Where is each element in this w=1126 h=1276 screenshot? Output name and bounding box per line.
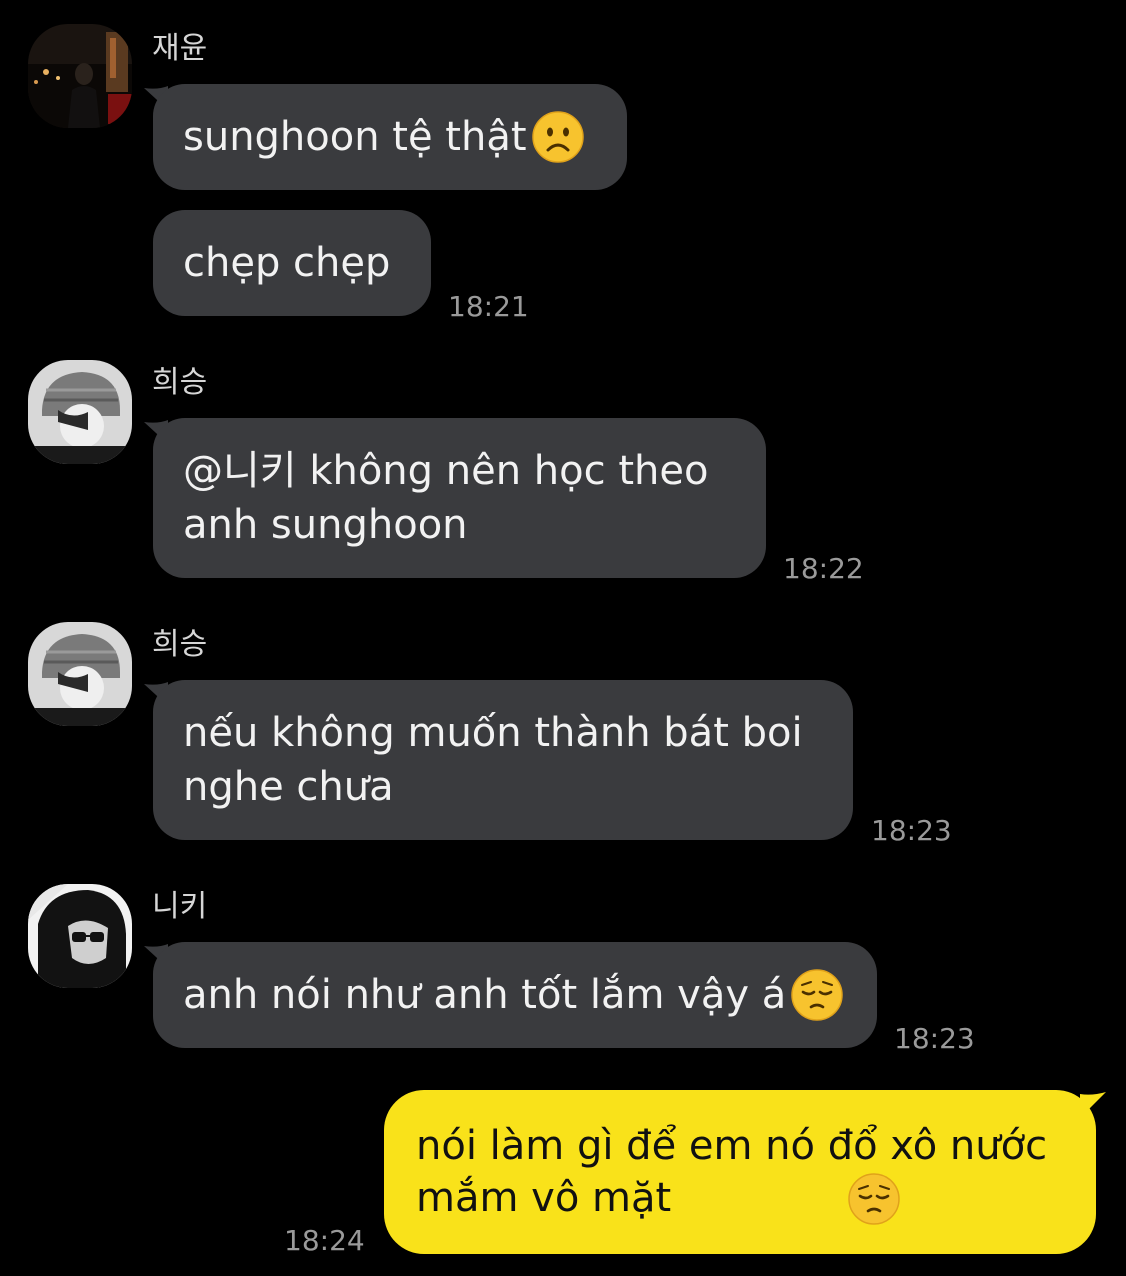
sender-name: 희승 [152, 627, 208, 662]
timestamp: 18:21 [448, 290, 529, 323]
timestamp: 18:24 [284, 1224, 365, 1257]
message-bubble[interactable]: anh nói như anh tốt lắm vậy á [153, 942, 877, 1048]
timestamp: 18:23 [894, 1022, 975, 1055]
avatar[interactable] [28, 622, 132, 726]
message-bubble[interactable]: nếu không muốn thành bát boi nghe chưa [153, 680, 853, 840]
message-text: @니키 không nên học theo anh sunghoon [183, 448, 709, 548]
message-text: sunghoon tệ thật [183, 114, 527, 160]
message-bubble[interactable]: sunghoon tệ thật [153, 84, 627, 190]
message-text: chẹp chẹp [183, 240, 391, 286]
timestamp: 18:23 [871, 814, 952, 847]
message-text: nói làm gì để em nó đổ xô nước mắm vô mặ… [416, 1123, 1048, 1221]
message-text: anh nói như anh tốt lắm vậy á [183, 972, 787, 1018]
sender-name: 희승 [152, 365, 208, 400]
chat-screen: 재윤 sunghoon tệ thật chẹp chẹp 18:21 희승 @… [0, 0, 1126, 1276]
message-bubble[interactable]: @니키 không nên học theo anh sunghoon [153, 418, 766, 578]
frowning-face-emoji [531, 110, 585, 164]
pensive-face-emoji [790, 968, 844, 1022]
message-bubble[interactable]: chẹp chẹp [153, 210, 431, 316]
avatar[interactable] [28, 884, 132, 988]
my-message-bubble[interactable]: nói làm gì để em nó đổ xô nước mắm vô mặ… [384, 1090, 1096, 1254]
timestamp: 18:22 [783, 552, 864, 585]
avatar[interactable] [28, 360, 132, 464]
avatar[interactable] [28, 24, 132, 128]
sender-name: 재윤 [152, 31, 208, 66]
message-text: nếu không muốn thành bát boi nghe chưa [183, 710, 803, 810]
sender-name: 니키 [152, 889, 208, 924]
pensive-face-emoji [847, 1172, 901, 1226]
